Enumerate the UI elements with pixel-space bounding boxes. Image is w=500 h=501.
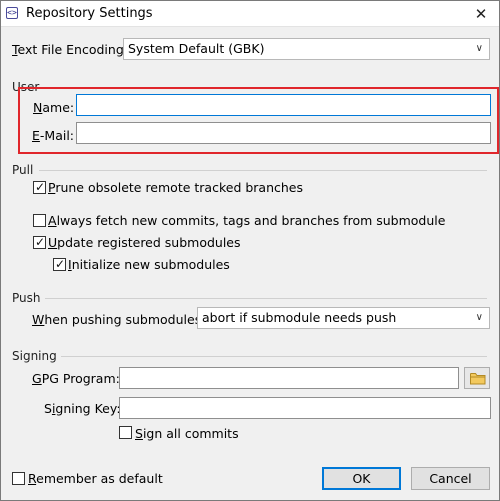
title-bar: <> Repository Settings ✕ bbox=[1, 1, 499, 27]
encoding-value: System Default (GBK) bbox=[128, 41, 265, 56]
push-submodules-value: abort if submodule needs push bbox=[202, 310, 397, 325]
repository-settings-dialog: <> Repository Settings ✕ Text File Encod… bbox=[0, 0, 500, 501]
window-title: Repository Settings bbox=[26, 6, 153, 21]
prune-label: Prune obsolete remote tracked branches bbox=[48, 180, 304, 195]
user-fields-highlight bbox=[18, 87, 499, 154]
pull-group-label: Pull bbox=[12, 163, 34, 177]
remember-default-checkbox[interactable] bbox=[12, 472, 25, 485]
push-group-label: Push bbox=[12, 291, 41, 305]
pull-group-divider bbox=[39, 170, 487, 171]
checkmark-icon: ✓ bbox=[34, 180, 46, 194]
encoding-label: Text File Encoding: bbox=[12, 42, 128, 57]
update-submodules-label: Update registered submodules bbox=[48, 235, 241, 250]
checkmark-icon: ✓ bbox=[54, 257, 66, 271]
gpg-program-field[interactable] bbox=[119, 367, 459, 389]
prune-checkbox[interactable]: ✓ bbox=[33, 180, 46, 194]
chevron-down-icon: ∨ bbox=[475, 312, 483, 323]
push-group-divider bbox=[45, 298, 487, 299]
sign-all-commits-checkbox[interactable] bbox=[119, 426, 132, 439]
gpg-program-label: GPG Program: bbox=[32, 371, 120, 386]
remember-default-label: Remember as default bbox=[28, 471, 163, 486]
push-submodules-label: When pushing submodules: bbox=[32, 312, 206, 327]
browse-gpg-button[interactable] bbox=[464, 367, 490, 389]
ok-button[interactable]: OK bbox=[322, 467, 401, 490]
signing-key-field[interactable] bbox=[119, 397, 491, 419]
encoding-dropdown[interactable]: System Default (GBK) ∨ bbox=[123, 38, 490, 60]
app-icon: <> bbox=[6, 7, 18, 19]
sign-all-commits-label: Sign all commits bbox=[135, 426, 239, 441]
gpg-program-input[interactable] bbox=[120, 368, 458, 388]
chevron-down-icon: ∨ bbox=[475, 43, 483, 54]
fetch-submodule-label: Always fetch new commits, tags and branc… bbox=[48, 213, 446, 228]
init-submodules-checkbox[interactable]: ✓ bbox=[53, 257, 66, 271]
cancel-button[interactable]: Cancel bbox=[411, 467, 490, 490]
push-submodules-dropdown[interactable]: abort if submodule needs push ∨ bbox=[197, 307, 490, 329]
signing-group-label: Signing bbox=[12, 349, 57, 363]
checkmark-icon: ✓ bbox=[34, 235, 46, 249]
close-button[interactable]: ✕ bbox=[471, 4, 491, 24]
init-submodules-label: Initialize new submodules bbox=[68, 257, 230, 272]
signing-key-label: Signing Key: bbox=[44, 401, 121, 416]
folder-icon bbox=[470, 373, 486, 385]
signing-key-input[interactable] bbox=[120, 398, 490, 418]
signing-group-divider bbox=[61, 356, 487, 357]
update-submodules-checkbox[interactable]: ✓ bbox=[33, 235, 46, 249]
fetch-submodule-checkbox[interactable] bbox=[33, 214, 46, 227]
